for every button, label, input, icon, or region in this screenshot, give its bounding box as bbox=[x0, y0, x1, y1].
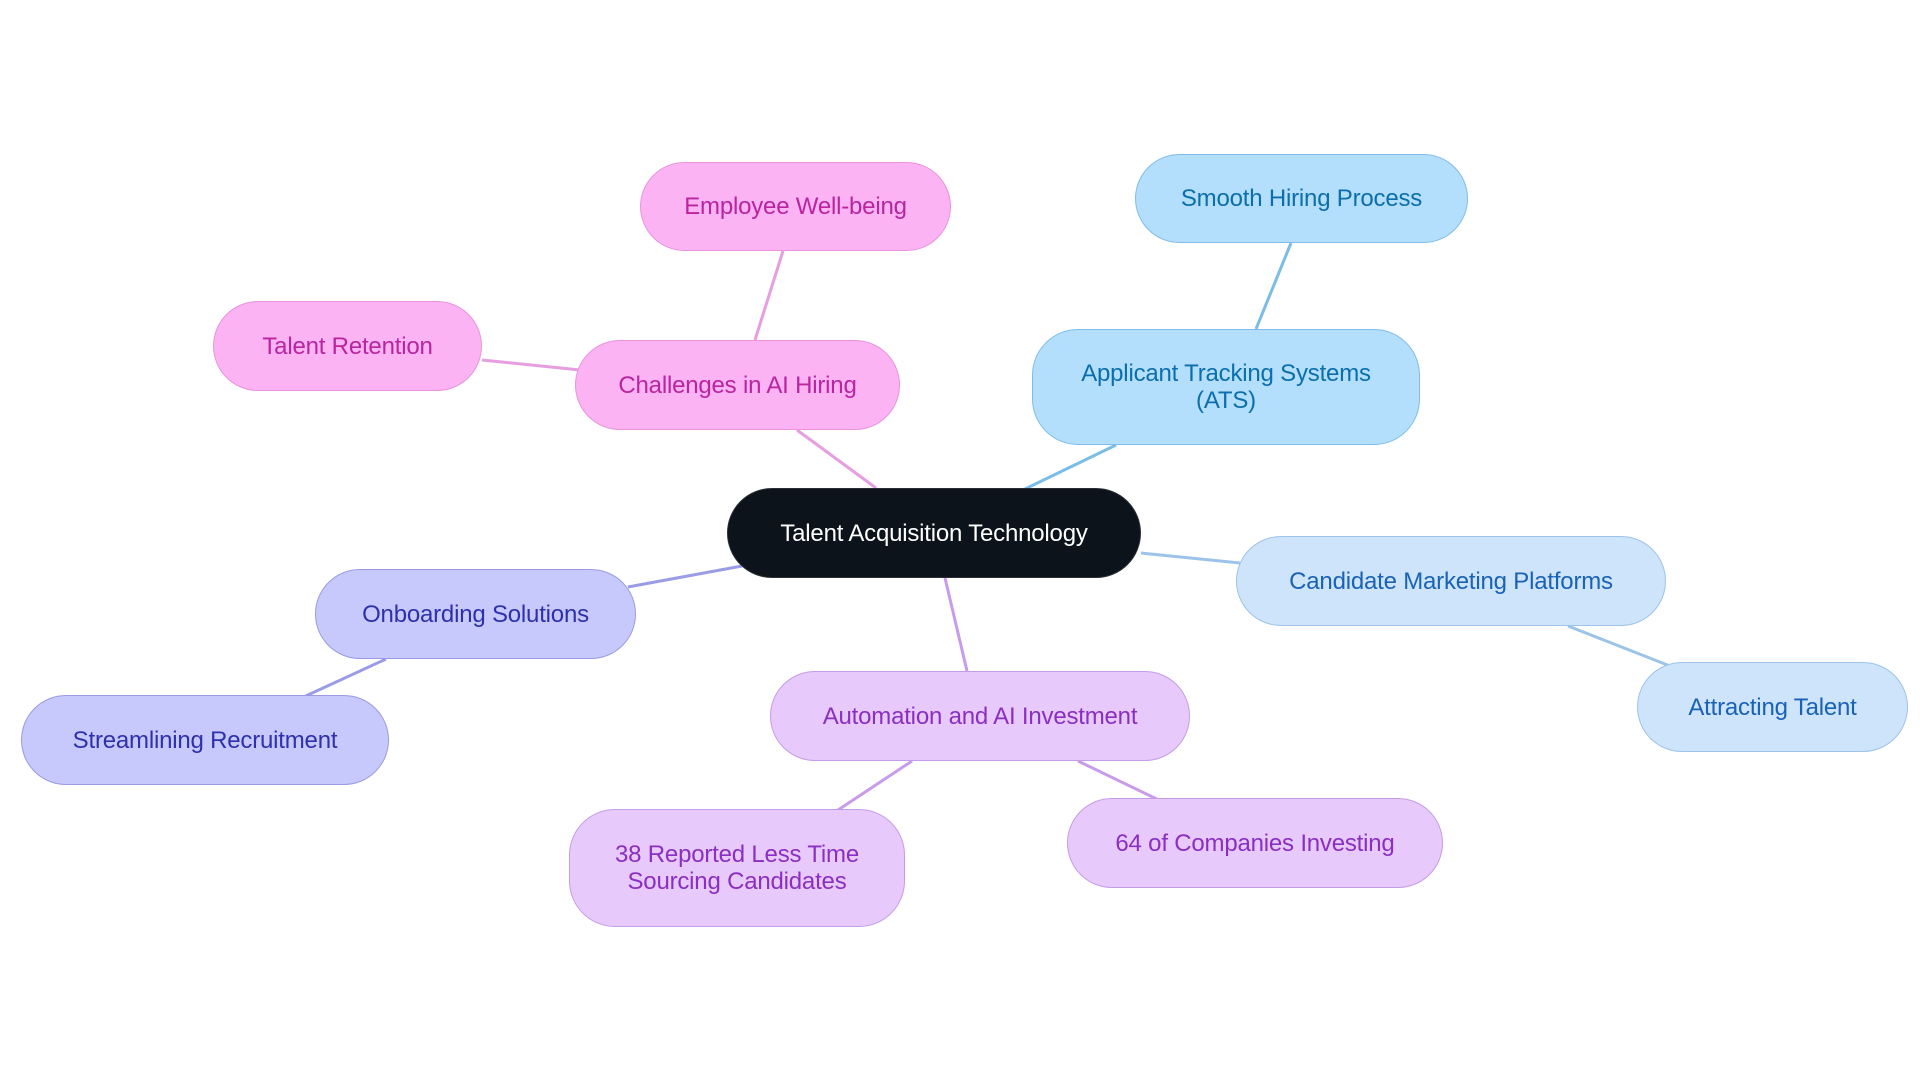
node-label: 64 of Companies Investing bbox=[1115, 829, 1395, 857]
edge-root-automation bbox=[943, 577, 969, 672]
node-automation-and-ai-investment[interactable]: Automation and AI Investment bbox=[770, 671, 1190, 761]
edge-candidate-attracting bbox=[1567, 624, 1671, 668]
edge-root-candidate bbox=[1140, 551, 1241, 565]
node-64-of-companies-investing[interactable]: 64 of Companies Investing bbox=[1067, 798, 1443, 888]
edge-challenges-wellbeing bbox=[753, 250, 785, 341]
node-talent-acquisition-technology[interactable]: Talent Acquisition Technology bbox=[727, 488, 1141, 578]
node-candidate-marketing-platforms[interactable]: Candidate Marketing Platforms bbox=[1236, 536, 1666, 626]
node-label: Automation and AI Investment bbox=[822, 702, 1138, 730]
node-talent-retention[interactable]: Talent Retention bbox=[213, 301, 482, 391]
node-smooth-hiring-process[interactable]: Smooth Hiring Process bbox=[1135, 154, 1468, 243]
node-label: Onboarding Solutions bbox=[362, 600, 589, 628]
node-38-reported-less-time[interactable]: 38 Reported Less Time Sourcing Candidate… bbox=[569, 809, 905, 927]
edge-root-onboarding bbox=[627, 564, 743, 589]
node-label: Talent Retention bbox=[262, 332, 433, 360]
node-onboarding-solutions[interactable]: Onboarding Solutions bbox=[315, 569, 636, 659]
node-label: Attracting Talent bbox=[1688, 693, 1857, 721]
node-streamlining-recruitment[interactable]: Streamlining Recruitment bbox=[21, 695, 389, 785]
node-label: Talent Acquisition Technology bbox=[780, 519, 1088, 547]
node-employee-well-being[interactable]: Employee Well-being bbox=[640, 162, 951, 251]
node-label: Candidate Marketing Platforms bbox=[1289, 567, 1613, 595]
edge-onboarding-streamlining bbox=[296, 657, 387, 702]
node-applicant-tracking-systems[interactable]: Applicant Tracking Systems (ATS) bbox=[1032, 329, 1420, 445]
node-label: Smooth Hiring Process bbox=[1180, 185, 1423, 212]
node-attracting-talent[interactable]: Attracting Talent bbox=[1637, 662, 1908, 752]
node-challenges-in-ai-hiring[interactable]: Challenges in AI Hiring bbox=[575, 340, 900, 430]
edge-challenges-retention bbox=[481, 358, 581, 372]
node-label: Applicant Tracking Systems (ATS) bbox=[1081, 360, 1371, 414]
node-label: Challenges in AI Hiring bbox=[618, 371, 857, 399]
edge-ats-smooth bbox=[1254, 242, 1293, 330]
edge-automation-64 bbox=[1077, 759, 1166, 805]
edge-automation-38 bbox=[831, 759, 913, 816]
edge-root-challenges bbox=[796, 428, 877, 490]
node-label: 38 Reported Less Time Sourcing Candidate… bbox=[615, 841, 859, 895]
edge-root-ats bbox=[1024, 443, 1117, 491]
node-label: Streamlining Recruitment bbox=[72, 726, 338, 754]
node-label: Employee Well-being bbox=[684, 193, 907, 220]
